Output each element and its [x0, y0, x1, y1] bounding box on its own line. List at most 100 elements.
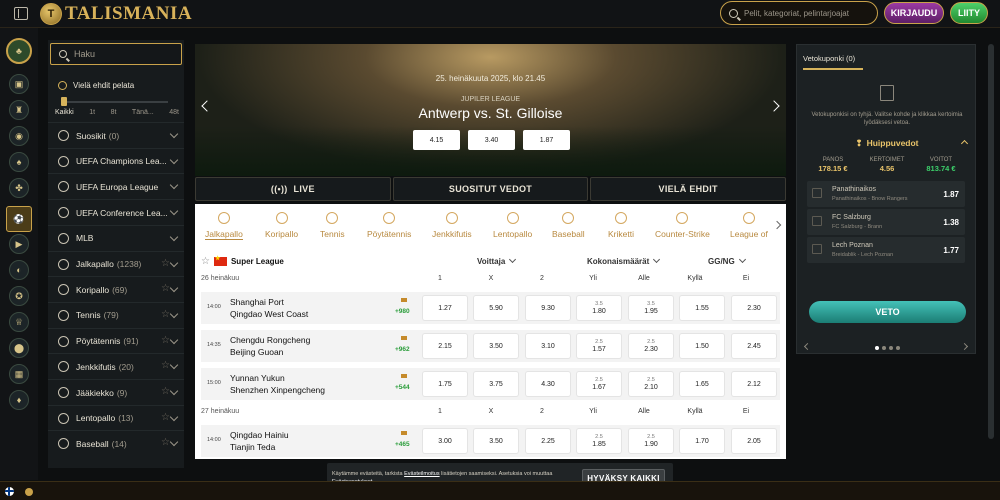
stats-bars-icon[interactable]: [401, 372, 407, 378]
odds-button[interactable]: 2.25: [526, 429, 570, 453]
sidebar-item[interactable]: Jääkiekko (9) ☆: [48, 379, 184, 405]
header-search-input[interactable]: Pelit, kategoriat, pelintarjoajat: [720, 1, 878, 25]
chevron-down-icon[interactable]: [169, 335, 179, 344]
chevron-down-icon[interactable]: [169, 206, 179, 216]
odds-button[interactable]: 3.5 1.80: [577, 296, 621, 320]
logo[interactable]: T TALISMANIA: [40, 2, 192, 26]
odds-button[interactable]: 2.12: [732, 372, 776, 396]
prev-icon[interactable]: [803, 342, 812, 351]
sidebar-item[interactable]: Suosikit (0): [48, 122, 184, 148]
odds-button[interactable]: 2.5 1.85: [577, 429, 621, 453]
sport-tab[interactable]: Counter-Strike: [655, 212, 710, 239]
odds-button[interactable]: 3.10: [526, 334, 570, 358]
casino-icon[interactable]: ◉: [9, 126, 29, 146]
sidebar-item[interactable]: UEFA Conference Lea...: [48, 199, 184, 225]
match-row[interactable]: 14:00 Qingdao Hainiu Tianjin Teda +465 3.00 3…: [201, 425, 780, 457]
carousel-dots[interactable]: [875, 346, 900, 350]
featured-odd-button[interactable]: 3.40: [468, 130, 515, 150]
sport-tab[interactable]: Koripallo: [265, 212, 298, 239]
match-row[interactable]: 14:00 Shanghai Port Qingdao West Coast +980…: [201, 292, 780, 324]
sport-tab[interactable]: Jalkapallo: [205, 212, 243, 240]
sidebar-search-input[interactable]: Haku: [50, 43, 182, 65]
sidebar-toggle-icon[interactable]: [14, 7, 28, 20]
favorite-star-icon[interactable]: ☆: [161, 258, 170, 269]
sidebar-item[interactable]: Tennis (79) ☆: [48, 301, 184, 328]
loyalty-icon[interactable]: ⬤: [9, 338, 29, 358]
sport-tab[interactable]: Lentopallo: [493, 212, 532, 239]
chevron-down-icon[interactable]: [169, 309, 179, 319]
odds-button[interactable]: 1.27: [423, 296, 467, 320]
odds-button[interactable]: 1.65: [680, 372, 724, 396]
hot-bets-title[interactable]: ❢ Huippuvedot: [807, 138, 967, 149]
chevron-down-icon[interactable]: [169, 283, 179, 293]
next-icon[interactable]: [960, 342, 969, 351]
hot-bet-item[interactable]: FC Salzburg FC Salzburg - Brann 1.38: [807, 209, 965, 235]
odds-button[interactable]: 2.30: [732, 296, 776, 320]
odds-button[interactable]: 2.5 1.57: [577, 334, 621, 358]
featured-match-banner[interactable]: 25. heinäkuuta 2025, klo 21.45 JUPILER L…: [195, 44, 786, 176]
time-option[interactable]: Tänä...: [132, 109, 154, 116]
odds-button[interactable]: 2.5 2.30: [629, 334, 673, 358]
market-btts[interactable]: GG/NG: [708, 257, 745, 266]
market-winner[interactable]: Voittaja: [477, 257, 515, 266]
sidebar-item[interactable]: Jenkkifutis (20) ☆: [48, 353, 184, 379]
betslip-title[interactable]: Vetokuponki (0): [803, 54, 864, 70]
live-casino-icon[interactable]: ♠: [9, 152, 29, 172]
chevron-down-icon[interactable]: [169, 129, 179, 139]
odds-button[interactable]: 2.15: [423, 334, 467, 358]
featured-odd-button[interactable]: 4.15: [413, 130, 460, 150]
time-filter-handle[interactable]: [61, 97, 67, 106]
checkbox-icon[interactable]: [812, 216, 822, 226]
sport-tab[interactable]: League of: [730, 212, 768, 239]
more-markets[interactable]: +544: [395, 384, 410, 391]
chevron-down-icon[interactable]: [169, 361, 179, 370]
odds-button[interactable]: 3.00: [423, 429, 467, 453]
chevron-down-icon[interactable]: [169, 155, 179, 164]
sport-tab[interactable]: Jenkkifutis: [432, 212, 472, 239]
odds-button[interactable]: 9.30: [526, 296, 570, 320]
chevron-down-icon[interactable]: [169, 412, 179, 421]
time-option[interactable]: 1t: [89, 109, 95, 116]
more-markets[interactable]: +962: [395, 346, 410, 353]
favorite-star-icon[interactable]: ☆: [161, 283, 170, 294]
slot-icon[interactable]: ▣: [9, 74, 29, 94]
odds-button[interactable]: 1.55: [680, 296, 724, 320]
match-teams[interactable]: Yunnan Yukun Shenzhen Xinpengcheng: [230, 372, 325, 396]
sidebar-item[interactable]: UEFA Europa League: [48, 173, 184, 199]
stats-bars-icon[interactable]: [401, 334, 407, 340]
odds-button[interactable]: 2.05: [732, 429, 776, 453]
video-icon[interactable]: ▶: [9, 234, 29, 254]
finland-flag-icon[interactable]: [5, 487, 14, 496]
tab-live[interactable]: ((•)) LIVE: [195, 177, 391, 201]
table-games-icon[interactable]: ✤: [9, 178, 29, 198]
strip-next-icon[interactable]: [772, 220, 782, 230]
more-markets[interactable]: +465: [395, 441, 410, 448]
sidebar-item[interactable]: Pöytätennis (91) ☆: [48, 327, 184, 354]
favorite-star-icon[interactable]: ☆: [161, 360, 170, 371]
tournament-icon[interactable]: ♕: [9, 312, 29, 332]
favorite-star-icon[interactable]: ☆: [161, 309, 170, 320]
match-row[interactable]: 15:00 Yunnan Yukun Shenzhen Xinpengcheng +5…: [201, 368, 780, 400]
sidebar-item[interactable]: Koripallo (69) ☆: [48, 276, 184, 302]
odds-button[interactable]: 1.50: [680, 334, 724, 358]
page-scrollbar[interactable]: [988, 44, 994, 439]
home-emblem-icon[interactable]: ♣: [6, 38, 32, 64]
odds-button[interactable]: 3.50: [474, 334, 518, 358]
more-markets[interactable]: +980: [395, 308, 410, 315]
odds-button[interactable]: 3.5 1.95: [629, 296, 673, 320]
odds-button[interactable]: 3.50: [474, 429, 518, 453]
odds-button[interactable]: 1.70: [680, 429, 724, 453]
odds-button[interactable]: 2.5 1.67: [577, 372, 621, 396]
match-row[interactable]: 14:35 Chengdu Rongcheng Beijing Guoan +962 2…: [201, 330, 780, 362]
favorite-star-icon[interactable]: ☆: [161, 412, 170, 423]
sport-tab[interactable]: Kriketti: [608, 212, 634, 239]
hot-bet-item[interactable]: Panathinaikos Panathinaikos - Bnow Ranger…: [807, 181, 965, 207]
checkbox-icon[interactable]: [812, 244, 822, 254]
odds-button[interactable]: 5.90: [474, 296, 518, 320]
featured-odd-button[interactable]: 1.87: [523, 130, 570, 150]
favorite-star-icon[interactable]: ☆: [161, 386, 170, 397]
login-button[interactable]: KIRJAUDU: [884, 2, 944, 24]
jackpot-icon[interactable]: ✪: [9, 286, 29, 306]
shop-icon[interactable]: ▦: [9, 364, 29, 384]
time-filter-track[interactable]: [62, 101, 168, 103]
